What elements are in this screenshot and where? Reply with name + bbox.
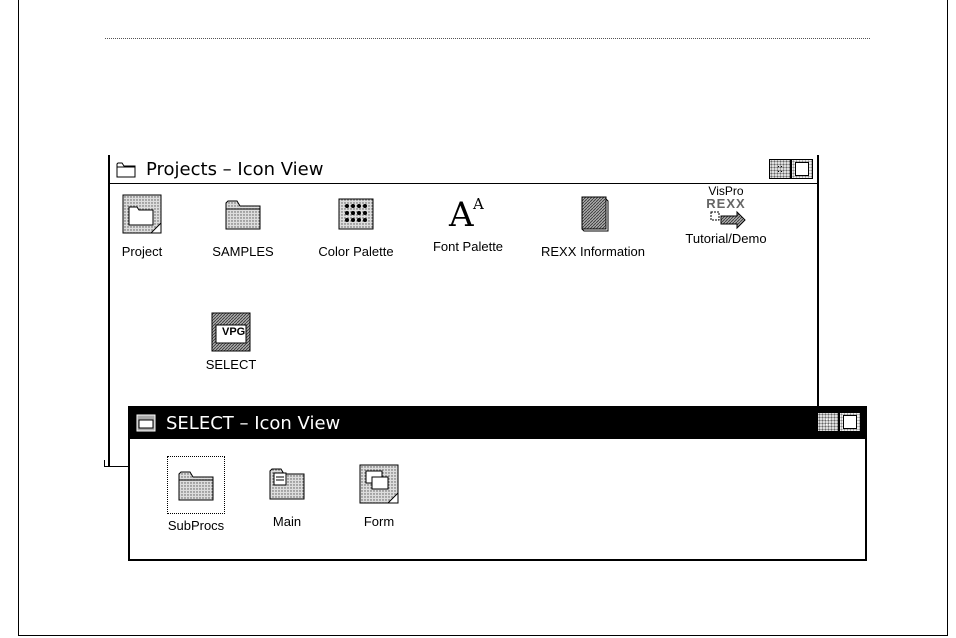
icon-font-palette[interactable]: A A Font Palette — [413, 193, 523, 254]
folder-icon — [225, 200, 261, 230]
minimize-button[interactable]: :: — [769, 159, 791, 179]
color-palette-icon — [338, 198, 374, 230]
icon-label: SAMPLES — [212, 244, 274, 259]
icon-label: Main — [272, 514, 302, 529]
vpg-program-icon: VPG — [210, 311, 252, 353]
icon-main[interactable]: Main — [252, 463, 322, 529]
icon-label: Color Palette — [318, 244, 394, 259]
maximize-icon — [843, 415, 857, 429]
icon-project[interactable]: Project — [87, 193, 197, 259]
icon-label: Font Palette — [432, 239, 504, 254]
minimize-icon: :: — [824, 416, 832, 428]
projects-titlebar[interactable]: Projects – Icon View :: — [110, 155, 817, 184]
icon-label: Form — [363, 514, 395, 529]
folder-icon[interactable] — [116, 160, 136, 178]
icon-rexx-information[interactable]: REXX Information — [538, 193, 648, 259]
book-icon — [581, 196, 609, 232]
vpg-icon-text: VPG — [222, 326, 246, 338]
window-title: Projects – Icon View — [146, 158, 324, 180]
icon-subprocs[interactable]: SubProcs — [148, 456, 244, 533]
icon-select[interactable]: VPG SELECT — [176, 311, 286, 372]
icon-color-palette[interactable]: Color Palette — [301, 193, 411, 259]
maximize-icon — [795, 162, 809, 176]
window-edge — [104, 466, 130, 467]
icon-samples[interactable]: SAMPLES — [188, 193, 298, 259]
folder-icon — [178, 471, 214, 501]
font-palette-icon: A A — [447, 193, 489, 235]
minimize-icon: :: — [776, 163, 784, 175]
project-icon — [122, 194, 162, 234]
minimize-button[interactable]: :: — [817, 412, 839, 432]
window-title: SELECT – Icon View — [166, 412, 341, 434]
font-icon-small: A — [473, 195, 484, 213]
icon-tutorial-demo[interactable]: VisPro REXX Tutorial/Demo — [671, 185, 781, 246]
icon-label: Project — [121, 244, 163, 259]
form-icon — [359, 464, 399, 504]
selection-outline — [167, 456, 225, 514]
select-titlebar[interactable]: SELECT – Icon View :: — [130, 408, 865, 439]
select-window[interactable]: SELECT – Icon View :: SubProcs Main Form — [128, 406, 867, 561]
icon-label: SELECT — [205, 357, 257, 372]
visprorexx-icon: VisPro REXX — [701, 185, 751, 235]
icon-form[interactable]: Form — [344, 463, 414, 529]
dotted-rule — [105, 38, 870, 39]
icon-label: SubProcs — [167, 518, 225, 533]
maximize-button[interactable] — [791, 159, 813, 179]
maximize-button[interactable] — [839, 412, 861, 432]
main-folder-icon — [269, 468, 305, 500]
visprorexx-icon-text-2: REXX — [706, 196, 746, 211]
font-icon-large: A — [449, 195, 474, 235]
vpg-program-icon[interactable] — [136, 414, 156, 432]
arrow-icon — [710, 210, 746, 230]
icon-label: REXX Information — [540, 244, 646, 259]
